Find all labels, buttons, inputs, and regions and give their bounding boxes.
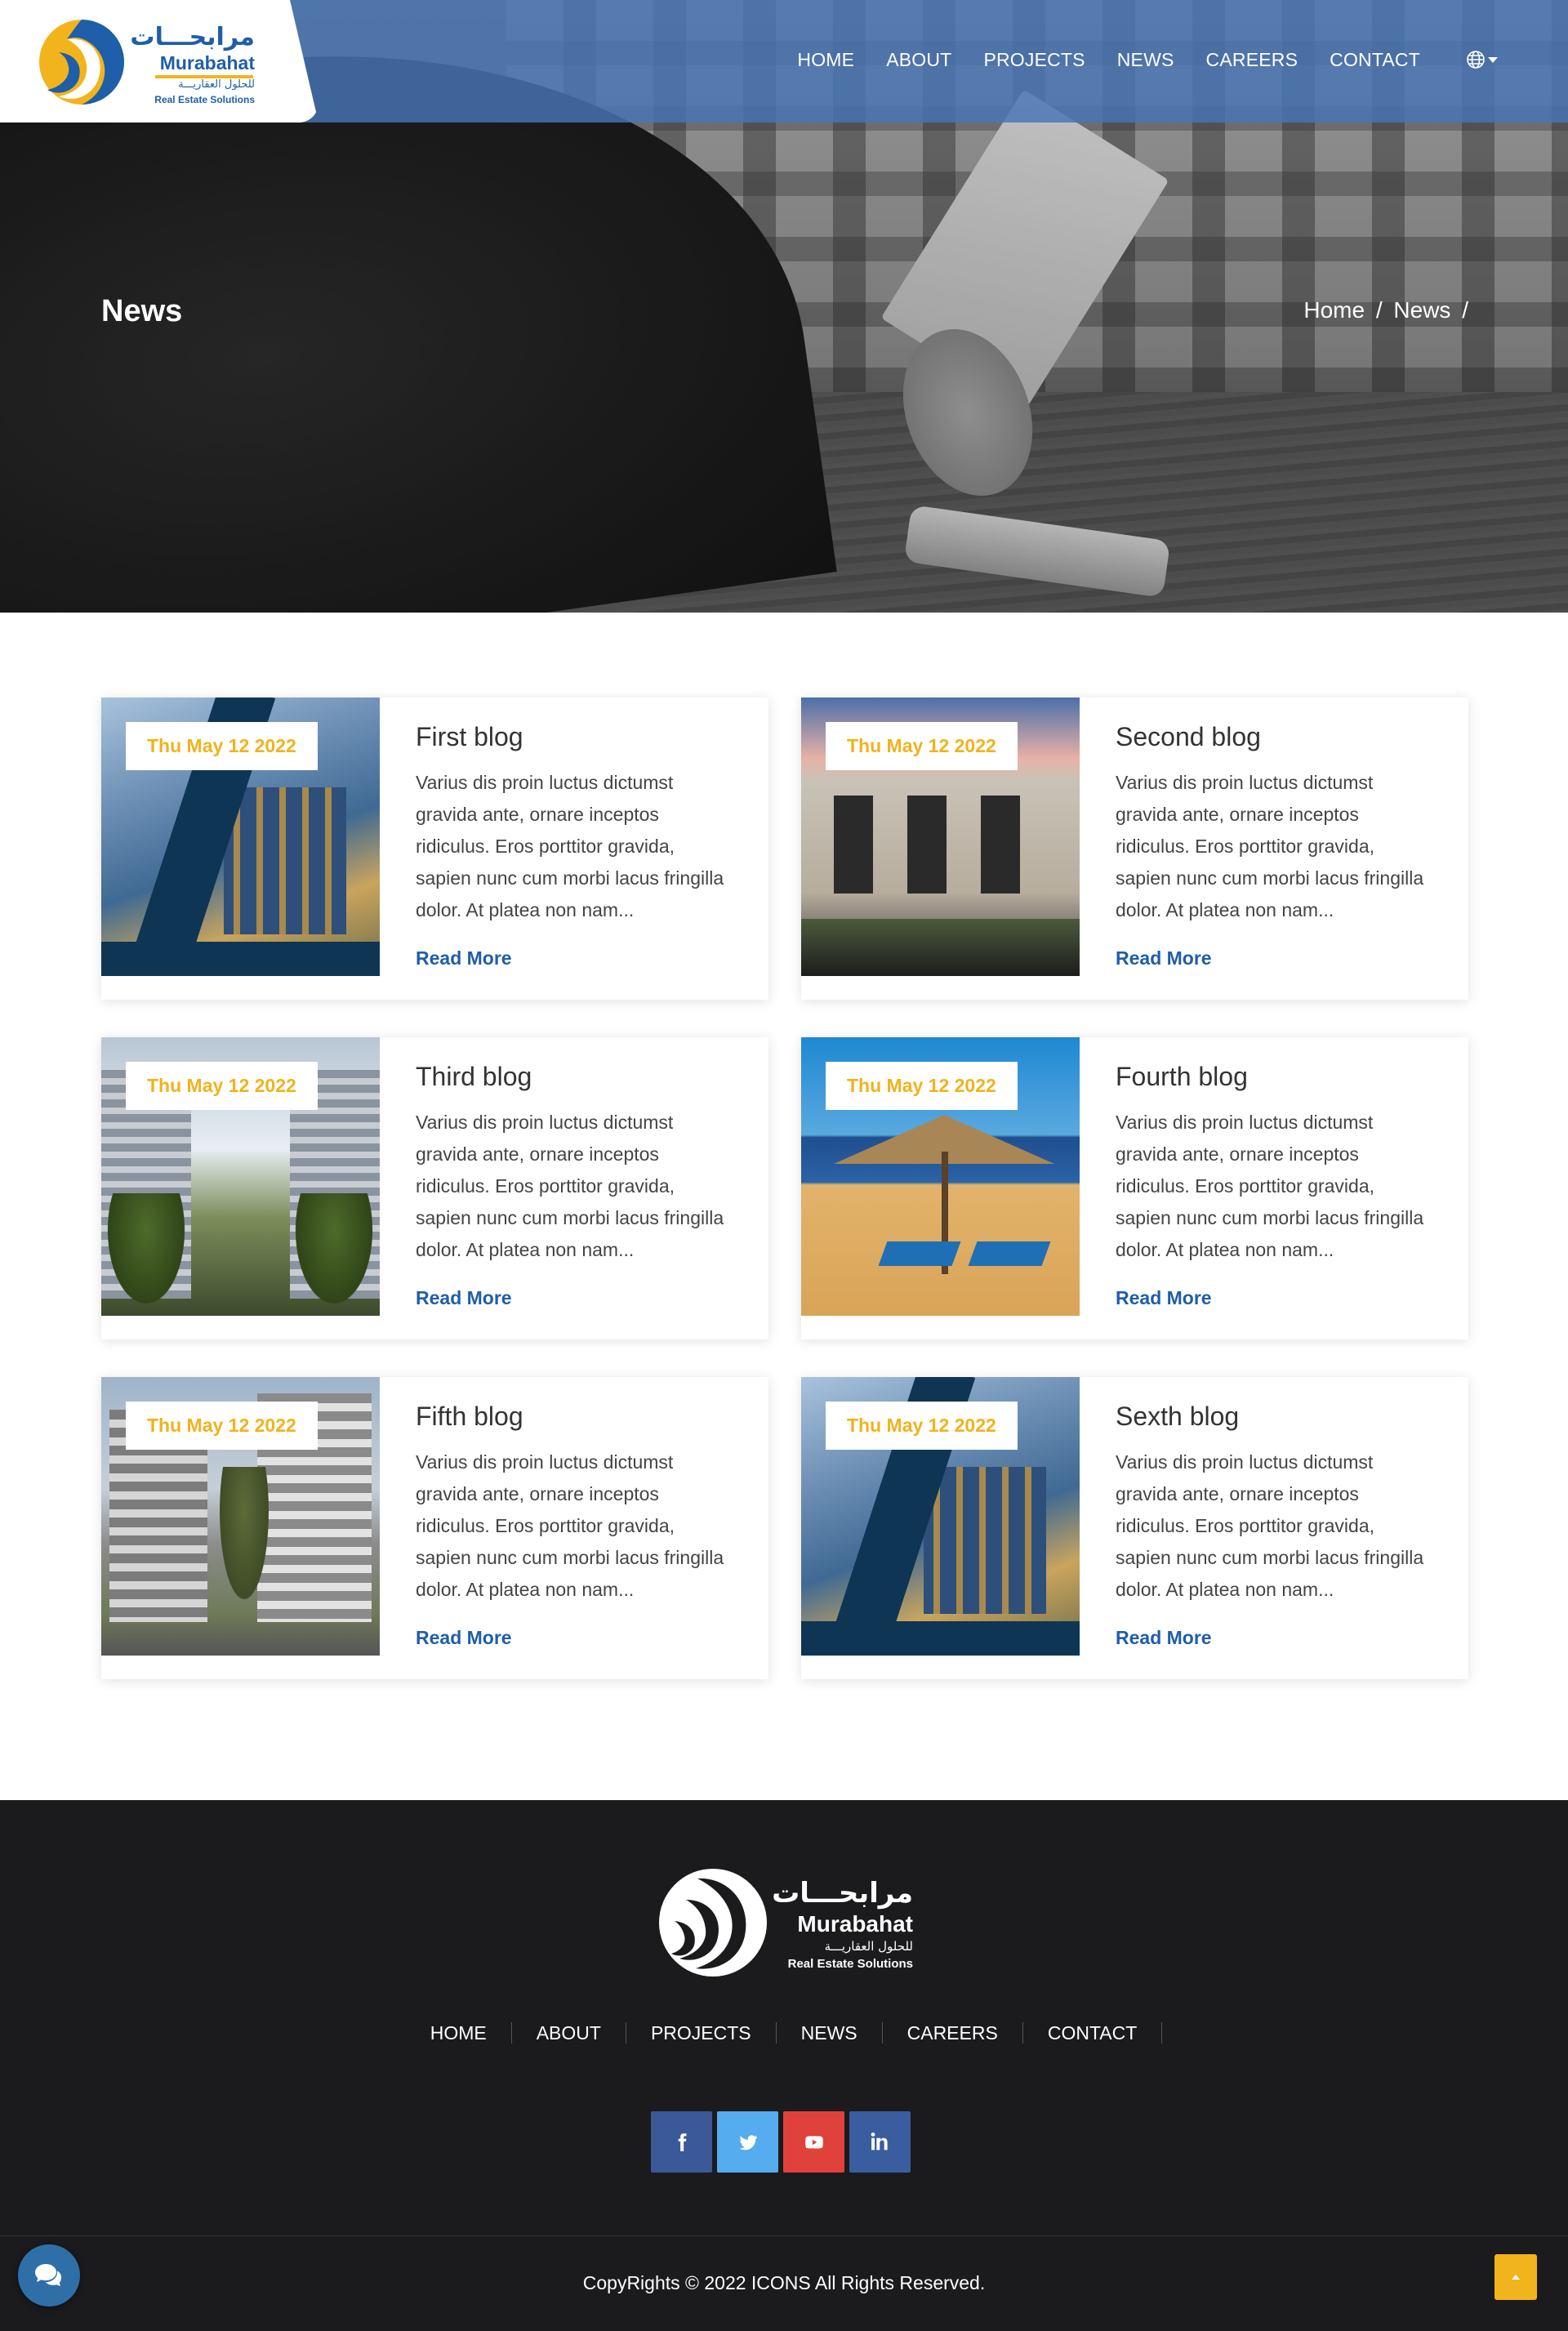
nav-news[interactable]: NEWS — [1117, 49, 1174, 71]
footer-nav-news[interactable]: NEWS — [777, 2022, 883, 2044]
footer-divider — [0, 2235, 1568, 2236]
breadcrumb: Home / News / — [1303, 297, 1468, 323]
blog-excerpt: Varius dis proin luctus dictumst gravida… — [1116, 772, 1424, 920]
nav-home[interactable]: HOME — [797, 49, 854, 71]
language-dropdown[interactable] — [1466, 50, 1498, 69]
copyright-text: CopyRights © 2022 ICONS All Rights Reser… — [582, 2272, 986, 2293]
blog-thumbnail[interactable]: Thu May 12 2022 — [101, 698, 380, 976]
breadcrumb-separator: / — [1375, 297, 1383, 323]
facebook-icon — [678, 2133, 686, 2151]
logo-mark-icon — [659, 1869, 767, 1977]
blog-thumbnail[interactable]: Thu May 12 2022 — [801, 1377, 1080, 1656]
blog-body: First blog Varius dis proin luctus dictu… — [380, 698, 762, 1000]
blog-title[interactable]: Fifth blog — [416, 1402, 726, 1432]
logo-arabic-subtitle: للحلول العقاريـــة — [178, 78, 255, 91]
blog-card: Thu May 12 2022 Second blog Varius dis p… — [801, 698, 1468, 1000]
footer-nav-careers[interactable]: CAREERS — [883, 2022, 1023, 2044]
breadcrumb-home[interactable]: Home — [1303, 297, 1365, 323]
footer-logo-arabic-subtitle: للحلول العقاريـــة — [824, 1939, 913, 1954]
social-links — [651, 2111, 911, 2173]
nav-contact[interactable]: CONTACT — [1330, 49, 1420, 71]
blog-card: Thu May 12 2022 Fifth blog Varius dis pr… — [101, 1377, 768, 1679]
logo-tagline: Real Estate Solutions — [154, 94, 255, 105]
read-more-link[interactable]: Read More — [1116, 1627, 1212, 1649]
blog-card: Thu May 12 2022 Third blog Varius dis pr… — [101, 1037, 768, 1339]
blog-thumbnail[interactable]: Thu May 12 2022 — [101, 1377, 380, 1656]
blog-title[interactable]: Sexth blog — [1116, 1402, 1426, 1432]
linkedin-icon — [871, 2132, 888, 2150]
youtube-icon — [804, 2135, 823, 2149]
youtube-button[interactable] — [783, 2111, 844, 2173]
logo-mark-icon — [39, 20, 124, 105]
read-more-link[interactable]: Read More — [416, 947, 512, 969]
blog-date-badge: Thu May 12 2022 — [826, 722, 1018, 770]
blog-excerpt: Varius dis proin luctus dictumst gravida… — [416, 1451, 724, 1600]
blog-excerpt: Varius dis proin luctus dictumst gravida… — [1116, 1451, 1424, 1600]
nav-about[interactable]: ABOUT — [886, 49, 951, 71]
blog-body: Fifth blog Varius dis proin luctus dictu… — [380, 1377, 762, 1679]
nav-careers[interactable]: CAREERS — [1206, 49, 1298, 71]
header-logo[interactable]: مرابحـــات Murabahat للحلول العقاريـــة … — [0, 0, 318, 123]
blog-title[interactable]: Third blog — [416, 1062, 726, 1092]
blog-excerpt: Varius dis proin luctus dictumst gravida… — [416, 1112, 724, 1260]
chat-icon — [35, 2264, 61, 2286]
blog-title[interactable]: First blog — [416, 722, 726, 752]
blog-date-badge: Thu May 12 2022 — [126, 722, 318, 770]
news-grid: Thu May 12 2022 First blog Varius dis pr… — [101, 698, 1468, 1679]
blog-title[interactable]: Second blog — [1116, 722, 1426, 752]
footer-nav-projects[interactable]: PROJECTS — [626, 2022, 777, 2044]
blog-body: Third blog Varius dis proin luctus dictu… — [380, 1037, 762, 1339]
blog-excerpt: Varius dis proin luctus dictumst gravida… — [1116, 1112, 1424, 1260]
read-more-link[interactable]: Read More — [1116, 947, 1212, 969]
facebook-button[interactable] — [651, 2111, 712, 2173]
footer-nav: HOME ABOUT PROJECTS NEWS CAREERS CONTACT — [0, 2022, 1568, 2044]
chat-button[interactable] — [18, 2244, 80, 2306]
site-footer: مرابحـــات Murabahat للحلول العقاريـــة … — [0, 1800, 1568, 2331]
blog-card: Thu May 12 2022 Sexth blog Varius dis pr… — [801, 1377, 1468, 1679]
blog-title[interactable]: Fourth blog — [1116, 1062, 1426, 1092]
blog-thumbnail[interactable]: Thu May 12 2022 — [101, 1037, 380, 1316]
footer-logo[interactable]: مرابحـــات Murabahat للحلول العقاريـــة … — [653, 1861, 915, 1983]
read-more-link[interactable]: Read More — [1116, 1287, 1212, 1309]
arrow-up-icon — [1512, 2275, 1520, 2280]
blog-card: Thu May 12 2022 Fourth blog Varius dis p… — [801, 1037, 1468, 1339]
footer-nav-contact[interactable]: CONTACT — [1023, 2022, 1163, 2044]
footer-logo-english: Murabahat — [797, 1911, 913, 1937]
site-header: مرابحـــات Murabahat للحلول العقاريـــة … — [0, 0, 1568, 123]
chevron-down-icon — [1488, 56, 1498, 63]
blog-body: Sexth blog Varius dis proin luctus dictu… — [1080, 1377, 1462, 1679]
nav-projects[interactable]: PROJECTS — [983, 49, 1085, 71]
footer-nav-home[interactable]: HOME — [406, 2022, 512, 2044]
blog-date-badge: Thu May 12 2022 — [126, 1062, 318, 1110]
blog-date-badge: Thu May 12 2022 — [126, 1402, 318, 1450]
footer-logo-arabic: مرابحـــات — [772, 1877, 913, 1910]
scroll-to-top-button[interactable] — [1494, 2254, 1537, 2300]
footer-logo-tagline: Real Estate Solutions — [787, 1957, 913, 1971]
read-more-link[interactable]: Read More — [416, 1287, 512, 1309]
blog-excerpt: Varius dis proin luctus dictumst gravida… — [416, 772, 724, 920]
page-title: News — [101, 294, 183, 328]
logo-english-text: Murabahat — [159, 52, 255, 74]
read-more-link[interactable]: Read More — [416, 1627, 512, 1649]
blog-thumbnail[interactable]: Thu May 12 2022 — [801, 698, 1080, 976]
footer-nav-about[interactable]: ABOUT — [512, 2022, 626, 2044]
linkedin-button[interactable] — [849, 2111, 911, 2173]
blog-card: Thu May 12 2022 First blog Varius dis pr… — [101, 698, 768, 1000]
blog-body: Second blog Varius dis proin luctus dict… — [1080, 698, 1462, 1000]
logo-arabic-text: مرابحـــات — [130, 23, 255, 51]
blog-body: Fourth blog Varius dis proin luctus dict… — [1080, 1037, 1462, 1339]
blog-date-badge: Thu May 12 2022 — [826, 1402, 1018, 1450]
breadcrumb-separator: / — [1462, 297, 1468, 323]
twitter-button[interactable] — [717, 2111, 778, 2173]
globe-icon — [1467, 51, 1485, 69]
main-nav: HOME ABOUT PROJECTS NEWS CAREERS CONTACT — [765, 47, 1568, 72]
blog-date-badge: Thu May 12 2022 — [826, 1062, 1018, 1110]
breadcrumb-current: News — [1393, 297, 1451, 323]
twitter-icon — [738, 2134, 757, 2150]
blog-thumbnail[interactable]: Thu May 12 2022 — [801, 1037, 1080, 1316]
